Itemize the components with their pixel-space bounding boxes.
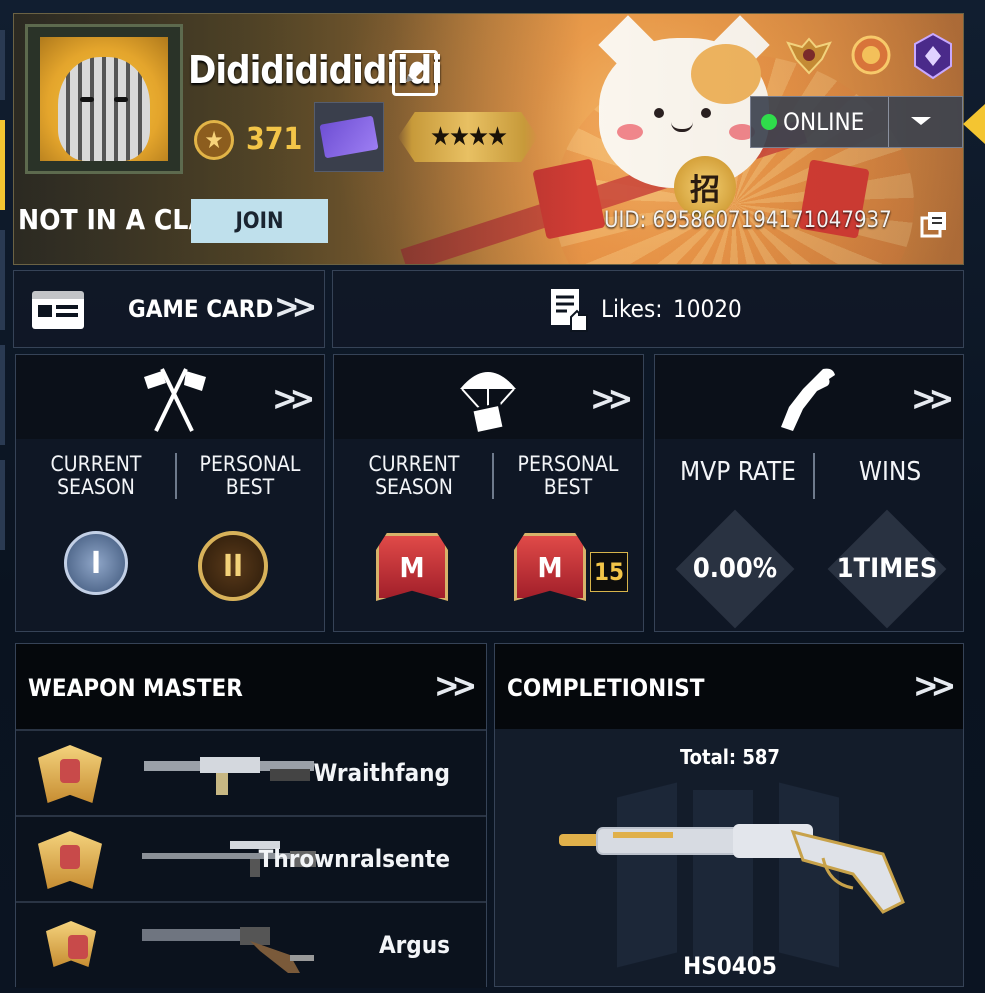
chevron-right-icon: >> — [434, 666, 477, 706]
weapon-name: Thrownralsente — [258, 845, 450, 873]
yellow-pointer-icon — [963, 104, 985, 144]
br-current-rank-crest: M — [376, 533, 448, 601]
crossed-flags-icon — [144, 368, 206, 432]
likes-count: 10020 — [673, 295, 742, 323]
br-current-season-label: CURRENT SEASON — [368, 452, 460, 499]
avatar[interactable] — [25, 24, 183, 174]
likes-panel[interactable]: Likes: 10020 — [332, 270, 964, 348]
chevron-right-icon: >> — [272, 379, 315, 419]
completionist-weapon-name: HS0405 — [683, 952, 777, 980]
winged-badge-icon[interactable] — [786, 30, 832, 82]
completionist-panel[interactable]: COMPLETIONIST >> Total: 587 HS0405 — [494, 643, 964, 987]
mp-best-rank-medal: II — [198, 531, 268, 601]
chevron-right-icon: >> — [911, 379, 954, 419]
purple-badge-icon[interactable] — [910, 30, 956, 82]
zombie-hand-icon — [781, 368, 835, 431]
weapon-name: Argus — [378, 931, 450, 959]
weapon-rank-badge-icon — [38, 745, 102, 803]
online-status-dropdown[interactable]: ONLINE — [750, 96, 963, 148]
join-clan-button[interactable]: JOIN — [191, 199, 328, 243]
weapon-row[interactable]: Wraithfang — [16, 729, 486, 815]
weapon-master-panel[interactable]: WEAPON MASTER >> Wraithfang Thrownralsen… — [15, 643, 487, 988]
completionist-total: Total: 587 — [680, 745, 780, 769]
rank-stars: ★★★★ — [430, 122, 508, 152]
mp-current-rank-medal: I — [64, 531, 128, 595]
chevron-right-icon: >> — [913, 666, 956, 706]
completionist-title: COMPLETIONIST — [507, 674, 705, 702]
chevron-right-icon: >> — [590, 379, 633, 419]
multiplayer-stats-panel[interactable]: >> CURRENT SEASON PERSONAL BEST I II — [15, 354, 325, 632]
rank-stars-badge: ★★★★ — [398, 112, 538, 162]
golden-shotgun-icon — [559, 824, 905, 914]
br-personal-best-label: PERSONAL BEST — [517, 452, 619, 499]
mvp-rate-label: MVP RATE — [680, 457, 796, 487]
side-tab[interactable] — [0, 30, 5, 100]
player-level: 371 — [246, 122, 303, 157]
likes-document-icon — [551, 289, 588, 332]
status-label: ONLINE — [783, 108, 865, 136]
weapon-rank-badge-icon — [46, 921, 96, 967]
br-best-tier-badge: 15 — [590, 552, 628, 592]
game-card-panel[interactable]: GAME CARD >> — [13, 270, 325, 348]
chevron-right-icon: >> — [274, 287, 317, 327]
shotgun-icon — [142, 927, 314, 973]
br-best-rank-crest: M — [514, 533, 586, 601]
copy-icon[interactable] — [918, 208, 950, 240]
lion-badge-icon[interactable] — [848, 30, 894, 82]
chevron-down-icon — [911, 117, 931, 125]
zombies-stats-panel[interactable]: >> MVP RATE WINS 0.00% 1TIMES — [654, 354, 964, 632]
edit-name-button[interactable] — [392, 50, 438, 96]
mp-personal-best-label: PERSONAL BEST — [199, 452, 301, 499]
wins-value: 1TIMES — [836, 553, 938, 584]
side-tab[interactable] — [0, 460, 5, 550]
pencil-icon — [406, 63, 425, 82]
weapon-row[interactable]: Argus — [16, 901, 486, 988]
mvp-rate-value: 0.00% — [692, 553, 778, 584]
side-tab[interactable] — [0, 230, 5, 330]
weapon-master-title: WEAPON MASTER — [28, 674, 243, 702]
weapon-name: Wraithfang — [313, 759, 451, 787]
assault-rifle-icon — [144, 757, 314, 795]
weapon-rank-badge-icon — [38, 831, 102, 889]
online-dot-icon — [761, 114, 777, 130]
level-star-icon: ★ — [194, 120, 234, 160]
side-tab[interactable] — [0, 345, 5, 445]
likes-label: Likes: — [601, 295, 663, 323]
game-card-label: GAME CARD — [128, 295, 274, 323]
airdrop-parachute-icon — [460, 372, 516, 436]
weapon-ticket-icon[interactable] — [314, 102, 384, 172]
id-card-icon — [32, 291, 84, 329]
avatar-cat — [58, 57, 150, 161]
weapon-row[interactable]: Thrownralsente — [16, 815, 486, 901]
wins-label: WINS — [858, 457, 922, 487]
mp-current-season-label: CURRENT SEASON — [50, 452, 142, 499]
player-uid: UID: 6958607194171047937 — [604, 208, 892, 233]
side-tab-active[interactable] — [0, 120, 5, 210]
